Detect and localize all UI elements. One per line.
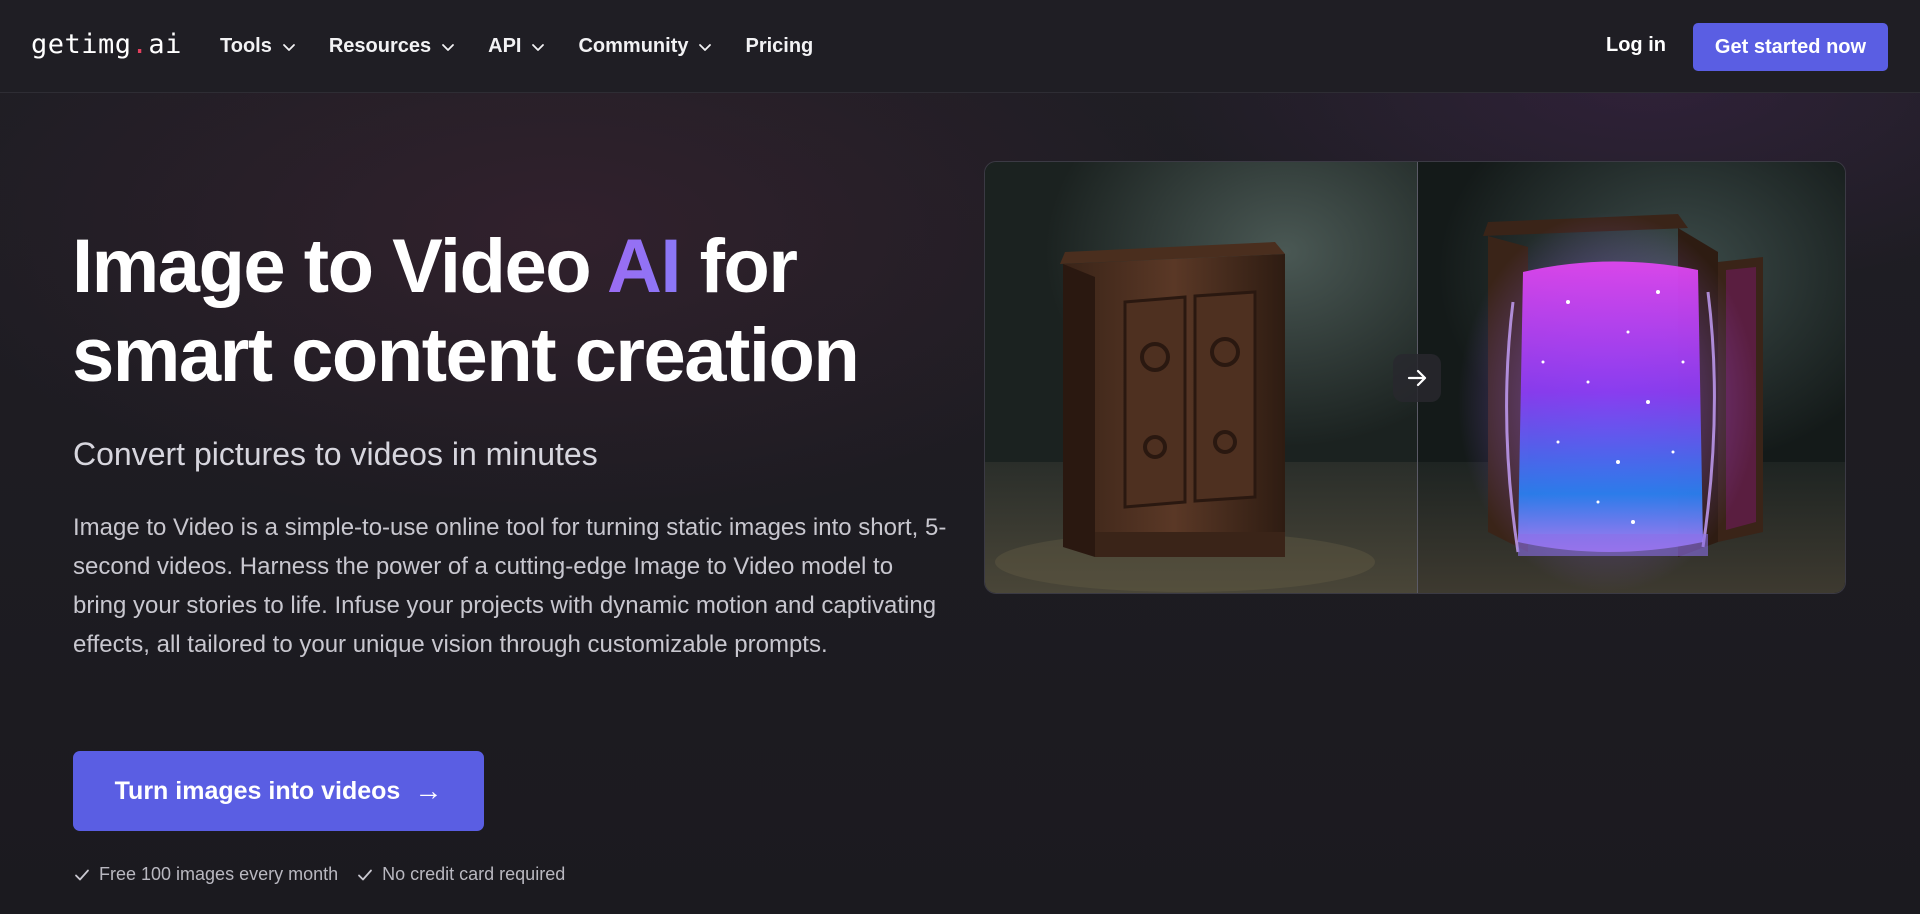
nav-item-label: Pricing (745, 35, 814, 57)
logo[interactable]: getimg.ai (31, 29, 182, 60)
get-started-button[interactable]: Get started now (1693, 23, 1888, 71)
cta-label: Turn images into videos (114, 776, 401, 805)
chevron-down-icon (282, 43, 295, 51)
chevron-down-icon (699, 43, 712, 51)
hero-title-line2: smart content creation (72, 313, 860, 398)
turn-images-into-videos-button[interactable]: Turn images into videos → (73, 751, 484, 831)
hero-title-accent: AI (606, 224, 682, 309)
perk-label: No credit card required (382, 864, 566, 884)
perk-label: Free 100 images every month (99, 864, 339, 884)
perk-item: Free 100 images every month (73, 864, 338, 885)
hero-title-part1: Image to Video (72, 224, 607, 309)
hero-title-part2: for (679, 224, 798, 309)
logo-dot: . (131, 29, 149, 60)
wardrobe-portal-image (1417, 162, 1845, 593)
nav-item-community[interactable]: Community (578, 35, 713, 58)
arrow-right-icon: → (414, 775, 443, 806)
nav-item-label: Tools (220, 35, 272, 57)
top-navigation: getimg.ai Tools Resources API Community … (0, 0, 1920, 93)
logo-suffix: ai (148, 29, 182, 60)
wardrobe-closed-illustration (985, 242, 1417, 593)
nav-item-resources[interactable]: Resources (329, 35, 456, 58)
perks-list: Free 100 images every month No credit ca… (73, 864, 583, 885)
hero-title: Image to Video AI for smart content crea… (72, 222, 972, 400)
wardrobe-portal-illustration (1418, 212, 1845, 593)
chevron-down-icon (532, 43, 545, 51)
wardrobe-closed-image (985, 162, 1417, 593)
nav-item-api[interactable]: API (488, 35, 546, 58)
login-link[interactable]: Log in (1606, 34, 1666, 57)
perk-item: No credit card required (356, 864, 565, 885)
check-icon (75, 869, 89, 880)
logo-prefix: getimg (31, 29, 132, 60)
nav-item-label: Community (578, 35, 689, 57)
nav-item-label: Resources (328, 35, 432, 57)
arrow-right-icon (1407, 369, 1427, 387)
nav-links: Tools Resources API Community Pricing (220, 0, 845, 93)
compare-arrow-button[interactable] (1393, 354, 1441, 402)
before-after-preview (984, 161, 1846, 594)
hero-subtitle: Convert pictures to videos in minutes (73, 436, 598, 472)
nav-item-label: API (488, 35, 522, 57)
chevron-down-icon (442, 43, 455, 51)
check-icon (358, 869, 373, 880)
hero-description: Image to Video is a simple-to-use online… (73, 514, 947, 658)
nav-item-tools[interactable]: Tools (220, 35, 297, 58)
nav-item-pricing[interactable]: Pricing (745, 35, 813, 58)
